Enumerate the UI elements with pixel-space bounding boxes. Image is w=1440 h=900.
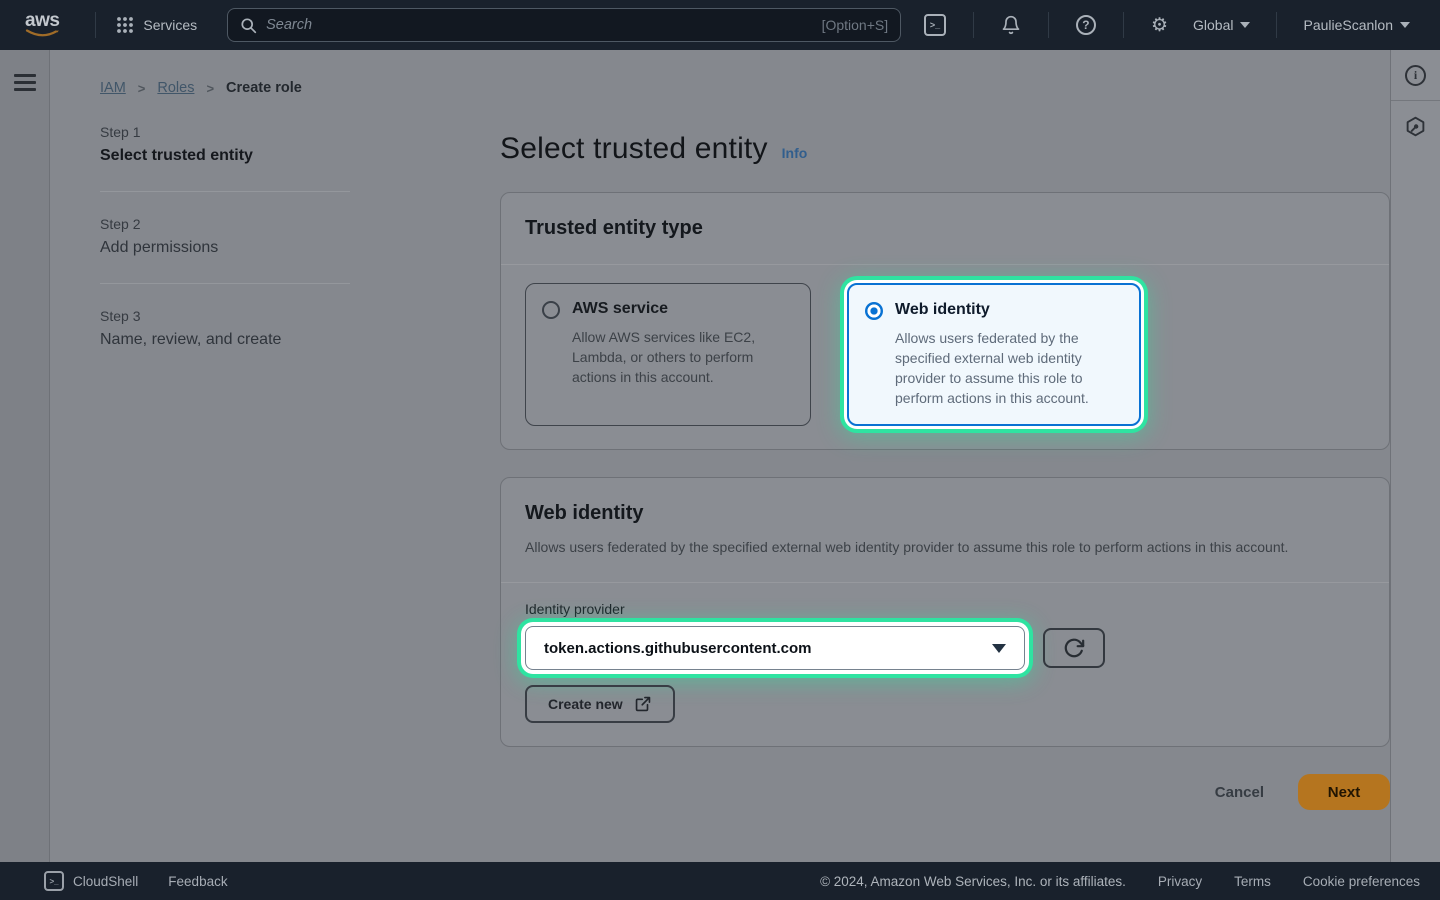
navbar-right-cluster: >_ ? ⚙ Global PaulieScanlon [911, 12, 1422, 38]
info-panel-button[interactable]: i [1391, 50, 1440, 100]
step-number: Step 2 [100, 216, 400, 232]
top-navbar: aws Services [Option+S] >_ [0, 0, 1440, 50]
refresh-icon [1063, 637, 1085, 659]
option-tile-web-identity[interactable]: Web identity Allows users federated by t… [847, 283, 1141, 426]
cookie-preferences-link[interactable]: Cookie preferences [1303, 874, 1420, 889]
navbar-divider [973, 12, 974, 38]
breadcrumb-roles-link[interactable]: Roles [157, 80, 194, 96]
create-new-label: Create new [548, 696, 623, 712]
info-link[interactable]: Info [782, 145, 808, 161]
step-title: Add permissions [100, 239, 400, 257]
feedback-link[interactable]: Feedback [168, 874, 227, 889]
navbar-divider [1123, 12, 1124, 38]
card-title: Web identity [525, 502, 1365, 525]
navbar-divider [1048, 12, 1049, 38]
notifications-button[interactable] [988, 15, 1034, 35]
chevron-down-icon [1240, 22, 1250, 28]
footer-cloudshell-button[interactable]: >_ CloudShell [44, 871, 138, 891]
option-tile-aws-service[interactable]: AWS service Allow AWS services like EC2,… [525, 283, 811, 426]
step-number: Step 3 [100, 308, 400, 324]
step-item-3[interactable]: Step 3 Name, review, and create [100, 308, 400, 349]
step-title: Name, review, and create [100, 331, 400, 349]
cloudshell-label: CloudShell [73, 874, 138, 889]
option-description: Allows users federated by the specified … [895, 328, 1123, 408]
main-panel: Select trusted entity Info Trusted entit… [500, 50, 1390, 862]
resources-hexagon-icon [1405, 116, 1426, 137]
services-label: Services [143, 17, 197, 33]
breadcrumb-iam-link[interactable]: IAM [100, 80, 126, 96]
search-input[interactable] [266, 17, 812, 33]
aws-logo[interactable]: aws [25, 12, 59, 38]
account-menu[interactable]: PaulieScanlon [1291, 17, 1422, 33]
footer-bar: >_ CloudShell Feedback © 2024, Amazon We… [0, 862, 1440, 900]
card-title: Trusted entity type [525, 217, 1365, 240]
web-identity-card: Web identity Allows users federated by t… [500, 477, 1390, 747]
account-name: PaulieScanlon [1303, 17, 1393, 33]
create-new-button[interactable]: Create new [525, 685, 675, 723]
aws-logo-text: aws [25, 12, 59, 29]
refresh-button[interactable] [1043, 628, 1105, 668]
help-button[interactable]: ? [1063, 15, 1109, 35]
step-title: Select trusted entity [100, 147, 400, 165]
card-description: Allows users federated by the specified … [525, 537, 1320, 558]
region-selector[interactable]: Global [1181, 17, 1262, 33]
bell-icon [1001, 15, 1021, 35]
hamburger-menu-button[interactable] [14, 64, 36, 91]
wizard-actions: Cancel Next [500, 774, 1390, 810]
search-icon [240, 17, 257, 34]
option-description: Allow AWS services like EC2, Lambda, or … [572, 327, 784, 387]
copyright-text: © 2024, Amazon Web Services, Inc. or its… [820, 874, 1126, 889]
radio-unselected-icon[interactable] [542, 301, 560, 319]
steps-sidebar: IAM > Roles > Create role Step 1 Select … [50, 50, 400, 862]
gear-icon: ⚙ [1151, 16, 1168, 35]
breadcrumb-separator: > [138, 81, 146, 96]
aws-smile-icon [25, 29, 59, 38]
navbar-divider [95, 12, 96, 38]
right-tools-rail: i [1390, 50, 1440, 862]
radio-selected-icon[interactable] [865, 302, 883, 320]
search-shortcut: [Option+S] [822, 17, 889, 33]
page-title: Select trusted entity [500, 132, 768, 166]
step-divider [100, 283, 350, 284]
identity-provider-select[interactable]: token.actions.githubusercontent.com [525, 626, 1025, 670]
services-grid-icon [116, 16, 134, 34]
cloudshell-terminal-icon: >_ [44, 871, 64, 891]
content-area: IAM > Roles > Create role Step 1 Select … [0, 50, 1440, 862]
help-icon: ? [1076, 15, 1096, 35]
next-button[interactable]: Next [1298, 774, 1390, 810]
info-icon: i [1405, 65, 1426, 86]
breadcrumb-current-page: Create role [226, 80, 302, 96]
left-nav-strip [0, 50, 50, 862]
step-divider [100, 191, 350, 192]
select-caret-icon [992, 644, 1006, 653]
step-number: Step 1 [100, 124, 400, 140]
chevron-down-icon [1400, 22, 1410, 28]
privacy-link[interactable]: Privacy [1158, 874, 1202, 889]
identity-provider-label: Identity provider [525, 601, 1365, 617]
breadcrumb-separator: > [206, 81, 214, 96]
cloudshell-terminal-icon: >_ [924, 14, 946, 36]
cancel-button[interactable]: Cancel [1215, 784, 1264, 801]
step-item-2[interactable]: Step 2 Add permissions [100, 216, 400, 257]
breadcrumb: IAM > Roles > Create role [100, 80, 400, 96]
cloudshell-button[interactable]: >_ [911, 14, 959, 36]
option-title: Web identity [895, 301, 1123, 319]
navbar-divider [1276, 12, 1277, 38]
global-search[interactable]: [Option+S] [227, 8, 901, 42]
region-label: Global [1193, 17, 1233, 33]
resources-panel-button[interactable] [1391, 101, 1440, 151]
settings-button[interactable]: ⚙ [1138, 16, 1181, 35]
option-title: AWS service [572, 300, 784, 318]
trusted-entity-type-card: Trusted entity type AWS service Allow AW… [500, 192, 1390, 450]
services-menu[interactable]: Services [110, 16, 203, 34]
terms-link[interactable]: Terms [1234, 874, 1271, 889]
step-item-1[interactable]: Step 1 Select trusted entity [100, 124, 400, 165]
identity-provider-value: token.actions.githubusercontent.com [544, 640, 992, 657]
external-link-icon [634, 695, 652, 713]
